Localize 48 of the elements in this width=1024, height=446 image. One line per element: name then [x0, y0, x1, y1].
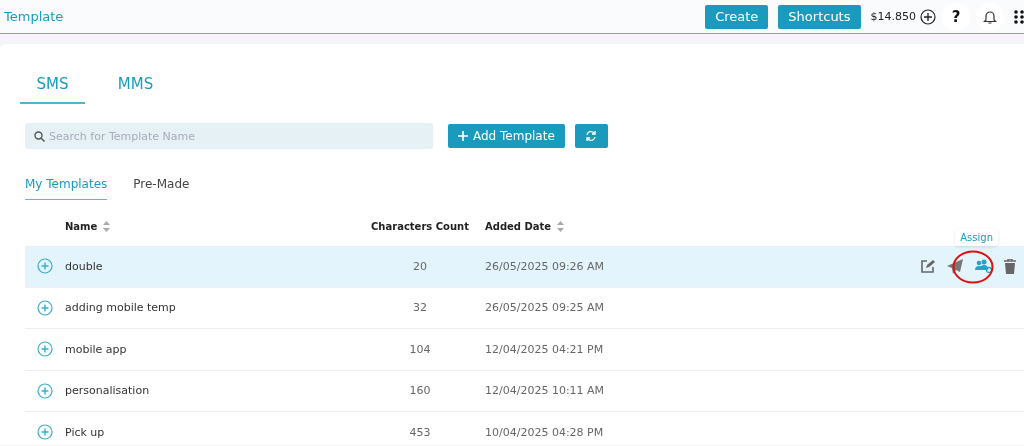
template-name: double	[65, 259, 103, 273]
assign-button[interactable]	[975, 259, 992, 274]
send-button[interactable]	[947, 258, 963, 274]
expand-icon[interactable]	[37, 424, 53, 441]
column-header: Characters Count	[371, 220, 469, 232]
characters-count: 20	[413, 259, 427, 273]
characters-count: 32	[413, 301, 427, 315]
plus-icon	[458, 131, 468, 141]
search-icon	[34, 131, 45, 142]
added-date: 12/04/2025 04:21 PM	[485, 342, 604, 356]
trash-icon	[1004, 258, 1016, 274]
template-name: adding mobile temp	[65, 301, 176, 315]
notifications-button[interactable]	[976, 2, 1004, 31]
tooltip: Assign	[955, 229, 998, 246]
template-name: personalisation	[65, 384, 150, 398]
paper-plane-icon	[947, 258, 963, 274]
help-button[interactable]: ?	[942, 2, 970, 31]
column-header: Added Date	[485, 220, 552, 232]
page-title: Template	[4, 9, 65, 24]
delete-button[interactable]	[1004, 258, 1016, 274]
expand-icon[interactable]	[37, 299, 53, 316]
added-date: 26/05/2025 09:26 AM	[485, 259, 605, 273]
add-funds-icon[interactable]	[920, 8, 936, 25]
characters-count: 104	[409, 342, 431, 356]
template-tab[interactable]: Pre-Made	[133, 177, 190, 200]
column-header: Name	[65, 220, 98, 232]
expand-icon[interactable]	[37, 341, 53, 358]
added-date: 10/04/2025 04:28 PM	[485, 425, 604, 439]
apps-grid-icon[interactable]	[1014, 8, 1024, 25]
template-name: mobile app	[65, 342, 127, 356]
sort-icon[interactable]	[103, 220, 111, 232]
refresh-icon	[585, 130, 598, 142]
edit-button[interactable]	[920, 258, 935, 274]
template-name: Pick up	[65, 425, 105, 439]
added-date: 12/04/2025 10:11 AM	[485, 384, 605, 398]
bell-icon	[982, 8, 998, 25]
characters-count: 453	[409, 425, 431, 439]
characters-count: 160	[409, 384, 431, 398]
expand-icon[interactable]	[37, 258, 53, 275]
users-icon	[975, 259, 992, 274]
highlight-circle	[952, 250, 994, 284]
balance: $14.850	[870, 10, 916, 23]
edit-icon	[920, 258, 935, 274]
expand-icon[interactable]	[37, 382, 53, 399]
search-field[interactable]: Search for Template Name	[25, 123, 433, 149]
added-date: 26/05/2025 09:25 AM	[485, 301, 605, 315]
refresh-button[interactable]	[574, 124, 608, 148]
sort-icon[interactable]	[557, 220, 565, 232]
